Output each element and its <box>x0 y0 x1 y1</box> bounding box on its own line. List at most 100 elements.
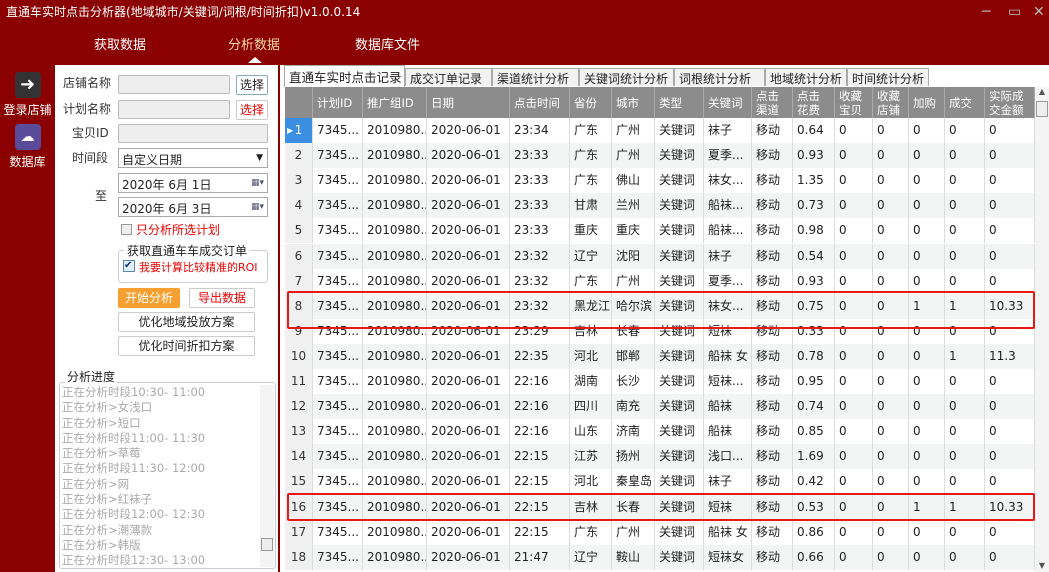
cell-group-id: 2010980... <box>363 343 427 369</box>
cell-fav-shop: 0 <box>873 544 909 570</box>
cell-channel: 移动 <box>752 544 793 570</box>
cell-fav-shop: 0 <box>873 469 909 495</box>
only-selected-checkbox[interactable] <box>121 224 132 235</box>
sidebar-database[interactable]: ☁ 数据库 <box>0 124 55 170</box>
cell-date: 2020-06-01 <box>427 343 510 369</box>
tab-6[interactable]: 时间统计分析 <box>847 68 929 86</box>
item-id-input[interactable] <box>118 124 268 143</box>
roi-checkbox[interactable]: ✔ <box>123 260 135 272</box>
plan-select-button[interactable]: 选择 <box>236 100 268 120</box>
optimize-region-button[interactable]: 优化地域投放方案 <box>118 312 255 332</box>
table-row[interactable]: 5 7345... 2010980... 2020-06-01 23:33 重庆 重庆 关键词… <box>285 218 1035 244</box>
scroll-up-icon[interactable]: ▲ <box>1035 87 1049 96</box>
header-keyword[interactable]: 关键词 <box>704 87 752 118</box>
cell-keyword: 袜子 <box>704 118 752 143</box>
sidebar-login-shop[interactable]: ➜ 登录店铺 <box>0 72 55 118</box>
cell-row-number: 16 <box>285 494 313 520</box>
header-add-cart[interactable]: 加购 <box>909 87 945 118</box>
cell-city: 济南 <box>612 419 655 445</box>
shop-select-button[interactable]: 选择 <box>236 75 268 95</box>
header-channel[interactable]: 点击 渠道 <box>752 87 793 118</box>
start-analysis-button[interactable]: 开始分析 <box>118 288 180 308</box>
table-row[interactable]: 18 7345... 2010980... 2020-06-01 21:47 辽宁 鞍山 关键… <box>285 544 1035 570</box>
maximize-button[interactable]: ▭ <box>1008 4 1021 20</box>
cell-date: 2020-06-01 <box>427 469 510 495</box>
cell-group-id: 2010980... <box>363 519 427 545</box>
header-group-id[interactable]: 推广组ID <box>363 87 427 118</box>
header-city[interactable]: 城市 <box>612 87 655 118</box>
cell-row-number: 4 <box>285 193 313 219</box>
scroll-down-icon[interactable]: ▼ <box>1035 561 1049 570</box>
cell-group-id: 2010980... <box>363 394 427 420</box>
cell-type: 关键词 <box>655 369 704 394</box>
cell-keyword: 船袜 女 <box>704 343 752 369</box>
date-to-picker[interactable]: 2020年 6月 3日 ▦▾ <box>118 197 268 217</box>
table-row[interactable]: 14 7345... 2010980... 2020-06-01 22:15 江苏 扬州 关键… <box>285 444 1035 470</box>
table-row[interactable]: 9 7345... 2010980... 2020-06-01 23:29 吉林 长春 关键词… <box>285 318 1035 344</box>
export-data-button[interactable]: 导出数据 <box>189 288 255 308</box>
table-row[interactable]: 17 7345... 2010980... 2020-06-01 22:15 广东 广州 关键… <box>285 519 1035 545</box>
cell-date: 2020-06-01 <box>427 143 510 169</box>
minimize-button[interactable]: ─ <box>982 4 990 20</box>
table-row[interactable]: 10 7345... 2010980... 2020-06-01 22:35 河北 邯郸 关键… <box>285 343 1035 369</box>
cell-click-time: 23:34 <box>510 118 570 143</box>
period-select[interactable]: 自定义日期 ▼ <box>118 148 268 168</box>
table-row[interactable]: 15 7345... 2010980... 2020-06-01 22:15 河北 秦皇岛关… <box>285 469 1035 495</box>
cell-fav-item: 0 <box>835 544 873 570</box>
cell-fav-item: 0 <box>835 369 873 394</box>
close-button[interactable]: ✕ <box>1033 4 1045 20</box>
tab-5[interactable]: 地域统计分析 <box>765 68 847 86</box>
cell-add-cart: 0 <box>909 193 945 219</box>
cell-cost: 0.86 <box>793 519 835 545</box>
table-row[interactable]: 8 7345... 2010980... 2020-06-01 23:32 黑龙江 哈尔滨关… <box>285 293 1035 319</box>
cell-deal-amount: 0 <box>985 544 1035 570</box>
header-date[interactable]: 日期 <box>427 87 510 118</box>
header-fav-item[interactable]: 收藏 宝贝 <box>835 87 873 118</box>
header-deal[interactable]: 成交 <box>945 87 985 118</box>
cell-type: 关键词 <box>655 394 704 420</box>
only-selected-label: 只分析所选计划 <box>136 223 221 237</box>
header-cost[interactable]: 点击 花费 <box>793 87 835 118</box>
header-fav-shop[interactable]: 收藏 店铺 <box>873 87 909 118</box>
cell-channel: 移动 <box>752 168 793 194</box>
header-click-time[interactable]: 点击时间 <box>510 87 570 118</box>
cell-row-number: 13 <box>285 419 313 445</box>
nav-analyze-data[interactable]: 分析数据 <box>228 34 280 53</box>
table-row[interactable]: 2 7345... 2010980... 2020-06-01 23:33 广东 广州 关键词… <box>285 143 1035 169</box>
nav-database-files[interactable]: 数据库文件 <box>355 34 420 53</box>
header-type[interactable]: 类型 <box>655 87 704 118</box>
table-scroll-thumb[interactable] <box>1036 101 1048 117</box>
header-plan-id[interactable]: 计划ID <box>313 87 363 118</box>
tab-1[interactable]: 成交订单记录 <box>405 68 492 86</box>
table-row[interactable]: 13 7345... 2010980... 2020-06-01 22:16 山东 济南 关键… <box>285 419 1035 445</box>
plan-input[interactable] <box>118 100 230 119</box>
table-scrollbar[interactable]: ▲ ▼ <box>1035 87 1049 572</box>
table-row[interactable]: 4 7345... 2010980... 2020-06-01 23:33 甘肃 兰州 关键词… <box>285 193 1035 219</box>
nav-get-data[interactable]: 获取数据 <box>94 34 146 53</box>
tab-4[interactable]: 词根统计分析 <box>674 68 765 86</box>
tab-2[interactable]: 渠道统计分析 <box>492 68 579 86</box>
cell-type: 关键词 <box>655 444 704 470</box>
table-row[interactable]: 11 7345... 2010980... 2020-06-01 22:16 湖南 长沙 关键… <box>285 369 1035 394</box>
header-deal-amount[interactable]: 实际成 交金额 <box>985 87 1035 118</box>
log-scroll-thumb[interactable] <box>261 538 273 551</box>
header-province[interactable]: 省份 <box>570 87 612 118</box>
table-row[interactable]: 12 7345... 2010980... 2020-06-01 22:16 四川 南充 关键… <box>285 394 1035 420</box>
table-row[interactable]: 3 7345... 2010980... 2020-06-01 23:33 广东 佛山 关键词… <box>285 168 1035 194</box>
shop-input[interactable] <box>118 75 230 94</box>
cell-click-time: 21:47 <box>510 544 570 570</box>
cell-deal: 0 <box>945 193 985 219</box>
table-row[interactable]: 6 7345... 2010980... 2020-06-01 23:32 辽宁 沈阳 关键词… <box>285 243 1035 269</box>
date-from-picker[interactable]: 2020年 6月 1日 ▦▾ <box>118 173 268 193</box>
log-scrollbar[interactable] <box>260 385 274 567</box>
tab-0[interactable]: 直通车实时点击记录 <box>284 65 405 87</box>
cell-city: 广州 <box>612 118 655 143</box>
cell-click-time: 23:32 <box>510 268 570 294</box>
cell-deal-amount: 0 <box>985 519 1035 545</box>
table-row[interactable]: 1 7345... 2010980... 2020-06-01 23:34 广东 广州 关键词… <box>285 118 1035 143</box>
table-row[interactable]: 7 7345... 2010980... 2020-06-01 23:32 广东 广州 关键词… <box>285 268 1035 294</box>
table-row[interactable]: 16 7345... 2010980... 2020-06-01 22:15 吉林 长春 关键… <box>285 494 1035 520</box>
tab-3[interactable]: 关键词统计分析 <box>579 68 674 86</box>
header-row-number[interactable] <box>285 87 313 118</box>
optimize-time-button[interactable]: 优化时间折扣方案 <box>118 336 255 356</box>
